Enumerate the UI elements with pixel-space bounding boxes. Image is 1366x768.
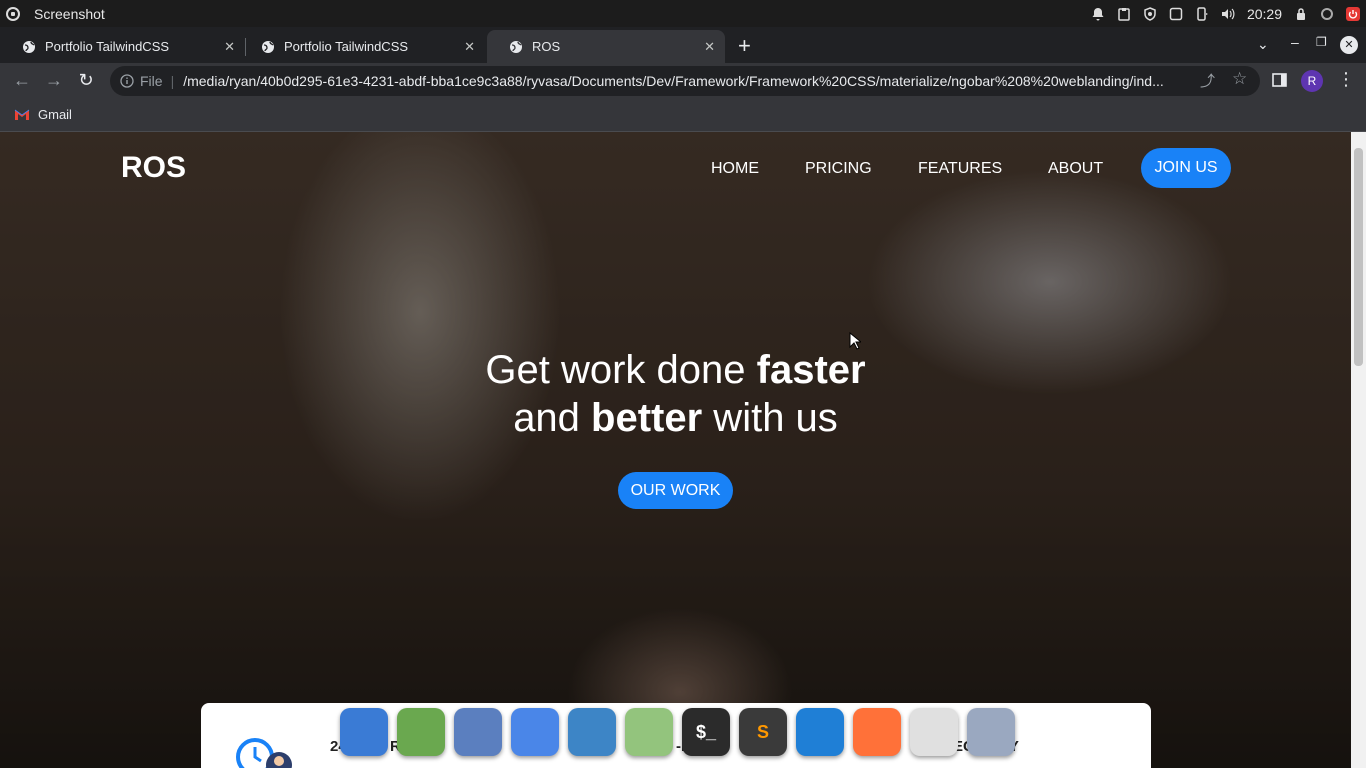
our-work-button[interactable]: OUR WORK — [618, 472, 733, 509]
mouse-cursor-icon — [849, 332, 861, 350]
tab-label: Portfolio TailwindCSS — [284, 39, 409, 54]
new-tab-icon[interactable]: + — [738, 33, 751, 59]
chrome-icon[interactable] — [910, 708, 958, 756]
tab-search-icon[interactable]: ⌄ — [1257, 36, 1269, 53]
close-tab-icon[interactable]: ✕ — [224, 39, 235, 55]
globe-icon — [23, 40, 35, 53]
tab-label: Portfolio TailwindCSS — [45, 39, 170, 54]
document-icon[interactable] — [568, 708, 616, 756]
minimize-icon[interactable]: – — [1291, 34, 1299, 50]
hero-background-image — [0, 132, 1351, 768]
window-icon[interactable] — [1169, 7, 1183, 21]
system-tray: 20:29 — [1091, 6, 1366, 22]
bookmark-gmail[interactable]: Gmail — [14, 107, 72, 122]
globe-icon — [262, 40, 274, 53]
site-navbar: ROS HOME PRICING FEATURES ABOUT JOIN US — [0, 132, 1351, 204]
clock-people-icon — [236, 738, 292, 768]
close-window-icon[interactable]: ✕ — [1340, 36, 1358, 54]
close-tab-icon[interactable]: ✕ — [704, 39, 715, 55]
tab-portfolio-1[interactable]: Portfolio TailwindCSS ✕ — [0, 30, 245, 63]
app-grid-icon[interactable] — [397, 708, 445, 756]
hero-emphasis: faster — [756, 348, 866, 392]
system-top-bar: Screenshot 20:29 — [0, 0, 1366, 27]
browser-tab-strip: Portfolio TailwindCSS ✕ Portfolio Tailwi… — [0, 27, 1366, 63]
window-title: Screenshot — [34, 5, 105, 22]
file-cabinet-icon[interactable] — [511, 708, 559, 756]
os-menu-icon[interactable] — [6, 6, 20, 21]
share-icon[interactable]: ⤴ — [1200, 70, 1215, 91]
notification-bell-icon[interactable] — [1091, 7, 1105, 21]
hero-emphasis: better — [591, 396, 703, 440]
page-viewport: ROS HOME PRICING FEATURES ABOUT JOIN US … — [0, 132, 1351, 768]
info-icon[interactable] — [120, 74, 134, 88]
hero-text: with us — [702, 396, 838, 440]
disk-icon[interactable] — [967, 708, 1015, 756]
tab-portfolio-2[interactable]: Portfolio TailwindCSS ✕ — [239, 30, 485, 63]
sublime-text-icon[interactable]: S — [739, 708, 787, 756]
browser-window-icon[interactable] — [340, 708, 388, 756]
mail-icon[interactable] — [454, 708, 502, 756]
hero-text: Get work done — [485, 348, 757, 392]
nav-link-pricing[interactable]: PRICING — [805, 160, 872, 178]
restore-icon[interactable]: ❐ — [1316, 35, 1327, 49]
bookmark-star-icon[interactable]: ☆ — [1232, 69, 1247, 89]
hero-text: and — [513, 396, 592, 440]
browser-toolbar: ← → ↻ File | /media/ryan/40b0d295-61e3-4… — [0, 63, 1366, 98]
site-brand-logo[interactable]: ROS — [121, 151, 186, 185]
side-panel-icon[interactable] — [1272, 73, 1287, 87]
join-us-button[interactable]: JOIN US — [1141, 148, 1231, 188]
desktop-dock: $_ S — [340, 708, 1015, 768]
gmail-icon — [14, 109, 30, 120]
hero-headline: Get work done faster and better with us — [0, 346, 1351, 442]
nav-link-home[interactable]: HOME — [711, 160, 759, 178]
tab-label: ROS — [532, 39, 561, 54]
hero-line-2: and better with us — [0, 394, 1351, 442]
nav-link-about[interactable]: ABOUT — [1048, 160, 1103, 178]
folder-icon[interactable] — [625, 708, 673, 756]
globe-icon — [510, 40, 522, 53]
volume-icon[interactable] — [1221, 7, 1235, 21]
forward-arrow-icon[interactable]: → — [38, 66, 70, 96]
power-icon[interactable] — [1346, 6, 1360, 21]
clock[interactable]: 20:29 — [1247, 6, 1282, 22]
spinner-icon[interactable] — [1320, 7, 1334, 21]
bookmark-label: Gmail — [38, 107, 72, 122]
scheme-label: File — [140, 73, 163, 89]
page-scrollbar[interactable] — [1351, 132, 1366, 768]
vscode-icon[interactable] — [796, 708, 844, 756]
firefox-icon[interactable] — [853, 708, 901, 756]
profile-avatar[interactable]: R — [1301, 70, 1323, 92]
reload-icon[interactable]: ↻ — [70, 66, 102, 96]
hero-line-1: Get work done faster — [0, 346, 1351, 394]
clipboard-icon[interactable] — [1117, 7, 1131, 21]
lock-icon[interactable] — [1294, 7, 1308, 21]
address-bar[interactable]: File | /media/ryan/40b0d295-61e3-4231-ab… — [110, 66, 1260, 96]
bookmarks-bar: Gmail — [0, 98, 1366, 132]
terminal-icon[interactable]: $_ — [682, 708, 730, 756]
shield-icon[interactable] — [1143, 6, 1157, 21]
phone-sync-icon[interactable] — [1195, 6, 1209, 21]
url-text[interactable]: /media/ryan/40b0d295-61e3-4231-abdf-bba1… — [183, 73, 1183, 89]
close-tab-icon[interactable]: ✕ — [464, 39, 475, 55]
nav-link-features[interactable]: FEATURES — [918, 160, 1002, 178]
omnibox-divider: | — [170, 73, 175, 89]
back-arrow-icon[interactable]: ← — [6, 66, 38, 96]
scrollbar-thumb[interactable] — [1354, 148, 1363, 366]
tab-ros[interactable]: ROS ✕ — [487, 30, 725, 63]
kebab-menu-icon[interactable]: ⋮ — [1337, 69, 1355, 90]
